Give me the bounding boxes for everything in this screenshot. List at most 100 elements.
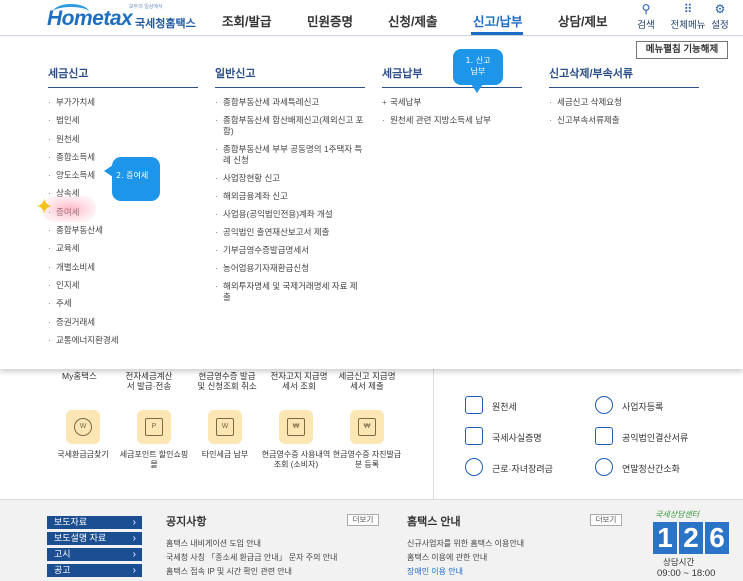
annotation-callout-step1: 1. 신고 납부	[453, 49, 503, 93]
menu-item-national-tax-payment[interactable]: 국세납부	[382, 97, 522, 108]
press-explanation-button[interactable]: 보도설명 자료	[47, 532, 142, 545]
menu-item-joint-ownership-special[interactable]: 종합부동산세 부부 공동명의 1주택자 특례 신청	[215, 144, 365, 166]
menu-item-report-delete-request[interactable]: 세금신고 삭제요청	[549, 97, 699, 108]
grid-icon: ⠿	[683, 2, 693, 16]
nav-inquiry-issue[interactable]: 조회/발급	[222, 11, 271, 30]
search-icon: ⚲	[641, 2, 651, 16]
nav-report-payment[interactable]: 신고/납부	[473, 11, 522, 30]
menu-item-overseas-account[interactable]: 해외금융계좌 신고	[215, 191, 365, 202]
menu-item-comprehensive-property-tax[interactable]: 종합부동산세	[48, 225, 198, 243]
nav-civil-certificate[interactable]: 민원증명	[307, 11, 353, 30]
active-nav-indicator	[471, 32, 523, 35]
content-divider	[433, 369, 434, 499]
document-icon	[465, 396, 483, 414]
quick-e-notice[interactable]: 전자고지 지급명세서 조회	[268, 371, 330, 391]
service-label: 타인세금 납부	[201, 450, 249, 459]
menu-item-business-account[interactable]: 사업용(공익법인전용)계좌 개설	[215, 209, 365, 220]
mega-menu: 메뉴펼침 기능해제 세금신고 부가가치세 법인세 원천세 종합소득세 양도소득세…	[0, 37, 743, 369]
menu-item-excise-tax[interactable]: 개별소비세	[48, 262, 198, 280]
footer-section: 보도자료 보도설명 자료 고시 공고 공지사항 더보기 홈택스 내비게이션 도입…	[0, 499, 743, 581]
call-center-tag: 국세상담센터	[655, 510, 700, 519]
menu-item-overseas-investment[interactable]: 해외투자명세 및 국제거래명세 자료 제출	[215, 281, 365, 303]
menu-item-business-status[interactable]: 사업장현황 신고	[215, 173, 365, 184]
main-content: My홈택스 전자세금계산서 발급·전송 현금영수증 발급 및 신청조회 취소 전…	[0, 369, 743, 499]
call-center-number[interactable]: 1 2 6	[653, 522, 729, 554]
service-cash-receipt-register[interactable]: ₩ 현금영수증 자진발급분 등록	[332, 410, 402, 470]
menu-item-corporate-tax[interactable]: 법인세	[48, 115, 198, 133]
menu-item-education-tax[interactable]: 교육세	[48, 243, 198, 261]
settings-label: 설정	[711, 20, 729, 31]
menu-item-attachment-submit[interactable]: 신고부속서류제출	[549, 115, 699, 126]
certificate-icon	[465, 427, 483, 445]
guide-item[interactable]: 홈택스 이용에 관한 안내	[407, 552, 487, 563]
menu-column-delete-attachment: 신고삭제/부속서류 세금신고 삭제요청 신고부속서류제출	[549, 65, 699, 126]
guide-item[interactable]: 장애인 이용 안내	[407, 566, 463, 577]
quick-e-invoice[interactable]: 전자세금계산서 발급·전송	[123, 371, 175, 391]
heart-icon	[465, 458, 483, 476]
menu-item-withholding-tax[interactable]: 원천세	[48, 134, 198, 152]
menu-item-contributed-property-report[interactable]: 공익법인 출연재산보고서 제출	[215, 227, 365, 238]
consult-hours: 09:00 ~ 18:00	[657, 568, 716, 579]
menu-column-title: 일반신고	[215, 65, 365, 88]
settings-button[interactable]: ⚙ 설정	[703, 2, 737, 31]
service-refund[interactable]: W 국세환급금찾기	[48, 410, 118, 460]
service-point-mall[interactable]: P 세금포인트 할인쇼핑몰	[119, 410, 189, 470]
gear-icon: ⚙	[714, 2, 726, 16]
receipt-icon: ₩	[279, 410, 313, 444]
logo-text: Hometax	[47, 7, 133, 30]
menu-item-farm-equipment-refund[interactable]: 농어업용기자재환급신청	[215, 263, 365, 274]
link-public-corp-settlement[interactable]: 공익법인결산서류	[595, 427, 688, 445]
menu-item-transport-energy-tax[interactable]: 교통에너지환경세	[48, 335, 198, 353]
nav-consult-report[interactable]: 상담/제보	[558, 11, 607, 30]
guide-item[interactable]: 신규사업자를 위한 홈택스 이용안내	[407, 538, 524, 549]
link-withholding-tax[interactable]: 원천세	[465, 396, 517, 414]
service-label: 세금포인트 할인쇼핑몰	[119, 450, 189, 469]
clipboard-icon	[595, 427, 613, 445]
link-tax-fact-certificate[interactable]: 국세사실증명	[465, 427, 542, 445]
point-icon: P	[137, 410, 171, 444]
link-earned-income-credit[interactable]: 근로·자녀장려금	[465, 458, 553, 476]
press-release-button[interactable]: 보도자료	[47, 516, 142, 529]
notice-more-button[interactable]: 더보기	[347, 514, 379, 526]
logo-subtitle: 국세청홈택스	[135, 18, 196, 30]
nav-apply-submit[interactable]: 신청/제출	[388, 11, 437, 30]
announcement-button[interactable]: 공고	[47, 564, 142, 577]
notice-item[interactable]: 국세청 사칭 「종소세 환급금 안내」 문자 주의 안내	[166, 552, 337, 563]
annotation-callout-step2: 2. 증여세	[104, 157, 160, 201]
menu-collapse-button[interactable]: 메뉴펼침 기능해제	[636, 41, 728, 59]
menu-item-liquor-tax[interactable]: 주세	[48, 298, 198, 316]
person-icon	[595, 396, 613, 414]
quick-tax-statement[interactable]: 세금신고 지급명세서 제출	[336, 371, 398, 391]
menu-item-local-income-tax-payment[interactable]: 원천세 관련 지방소득세 납부	[382, 115, 522, 126]
search-button[interactable]: ⚲ 검색	[629, 2, 663, 31]
menu-column-title: 세금신고	[48, 65, 198, 88]
notice-item[interactable]: 홈택스 접속 IP 및 시간 확인 관련 안내	[166, 566, 292, 577]
link-year-end-settlement[interactable]: 연말정산간소화	[595, 458, 680, 476]
link-business-registration[interactable]: 사업자등록	[595, 396, 663, 414]
receipt-register-icon: ₩	[350, 410, 384, 444]
all-menu-button[interactable]: ⠿ 전체메뉴	[668, 2, 708, 31]
menu-item-securities-tax[interactable]: 증권거래세	[48, 317, 198, 335]
refund-icon: W	[66, 410, 100, 444]
service-other-tax-payment[interactable]: W 타인세금 납부	[190, 410, 260, 460]
menu-column-general-report: 일반신고 종합부동산세 과세특례신고 종합부동산세 합산배제신고(제외신고 포함…	[215, 65, 365, 310]
menu-item-stamp-tax[interactable]: 인지세	[48, 280, 198, 298]
guide-more-button[interactable]: 더보기	[590, 514, 622, 526]
sparkle-icon: ✦	[35, 194, 54, 219]
search-label: 검색	[637, 20, 655, 31]
menu-item-vat[interactable]: 부가가치세	[48, 97, 198, 115]
notice-item[interactable]: 홈택스 내비게이션 도입 안내	[166, 538, 261, 549]
service-label: 현금영수증 자진발급분 등록	[332, 450, 402, 469]
notification-button[interactable]: 고시	[47, 548, 142, 561]
tax-payment-icon: W	[208, 410, 242, 444]
quick-cash-receipt[interactable]: 현금영수증 발급 및 신청조회 취소	[196, 371, 258, 391]
quick-my-hometax[interactable]: My홈택스	[62, 371, 97, 381]
menu-item-donation-receipt-statement[interactable]: 기부금영수증발급명세서	[215, 245, 365, 256]
all-menu-label: 전체메뉴	[670, 20, 706, 31]
service-cash-receipt-history[interactable]: ₩ 현금영수증 사용내역조회 (소비자)	[261, 410, 331, 470]
service-label: 국세환급금찾기	[57, 450, 109, 459]
menu-item-property-tax-exclusion[interactable]: 종합부동산세 합산배제신고(제외신고 포함)	[215, 115, 365, 137]
won-icon	[595, 458, 613, 476]
menu-column-title: 신고삭제/부속서류	[549, 65, 699, 88]
menu-item-property-tax-special[interactable]: 종합부동산세 과세특례신고	[215, 97, 365, 108]
